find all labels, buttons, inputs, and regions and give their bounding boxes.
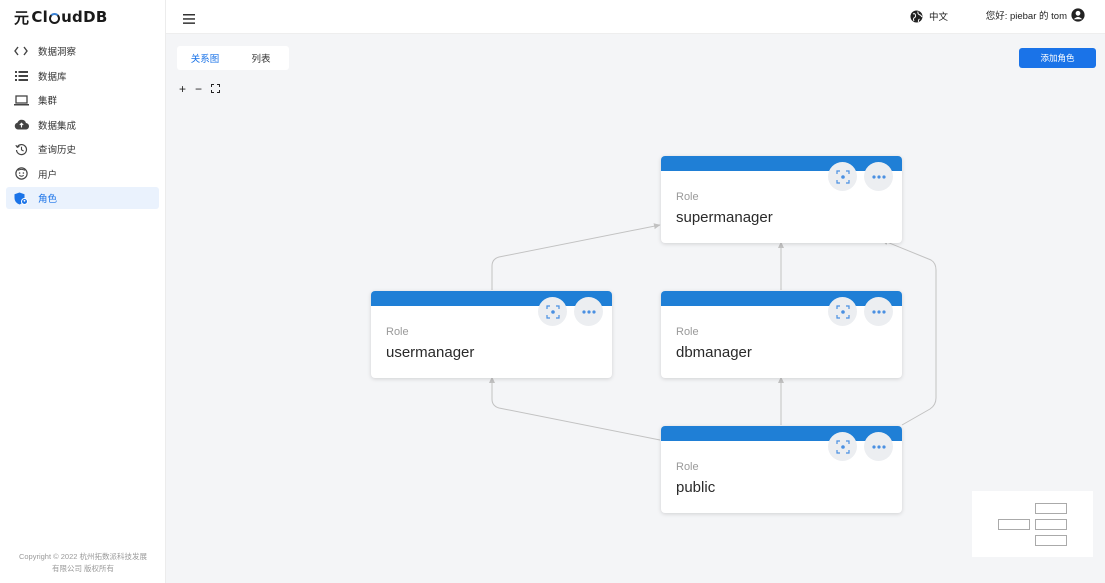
- language-switcher[interactable]: 中文: [910, 9, 948, 23]
- focus-node-button[interactable]: [828, 297, 857, 326]
- sidebar-item-cluster[interactable]: 集群: [6, 89, 159, 111]
- node-type-label: Role: [676, 326, 699, 338]
- history-icon: [12, 143, 30, 156]
- focus-icon: [835, 304, 850, 319]
- role-node-supermanager[interactable]: Role supermanager: [661, 156, 902, 243]
- role-icon: [12, 192, 30, 205]
- node-type-label: Role: [676, 461, 699, 473]
- sidebar-item-database[interactable]: 数据库: [6, 65, 159, 87]
- top-header: 中文 您好: piebar 的 tom: [166, 0, 1105, 34]
- sidebar-item-label: 用户: [38, 169, 58, 181]
- node-type-label: Role: [676, 191, 699, 203]
- focus-node-button[interactable]: [828, 162, 857, 191]
- role-node-dbmanager[interactable]: Role dbmanager: [661, 291, 902, 378]
- sidebar-item-data-insight[interactable]: 数据洞察: [6, 40, 159, 62]
- copyright-text: Copyright © 2022 杭州拓数派科技发展 有限公司 版权所有: [0, 551, 166, 575]
- user-greeting: 您好: piebar 的 tom: [985, 11, 1067, 22]
- menu-toggle-icon[interactable]: [183, 11, 195, 29]
- more-options-button[interactable]: [864, 297, 893, 326]
- role-node-public[interactable]: Role public: [661, 426, 902, 513]
- sidebar-item-label: 数据集成: [38, 120, 77, 132]
- cloud-upload-icon: [12, 119, 30, 130]
- more-options-button[interactable]: [864, 432, 893, 461]
- sidebar: 元 Cl udDB 数据洞察 数据库 集群 数据集成 查询历史 用户 角色 Co…: [0, 0, 166, 583]
- sidebar-item-label: 查询历史: [38, 145, 77, 156]
- node-role-name: supermanager: [676, 209, 773, 226]
- node-role-name: public: [676, 479, 716, 496]
- role-node-usermanager[interactable]: Role usermanager: [371, 291, 612, 378]
- copyright-line-1: Copyright © 2022 杭州拓数派科技发展: [18, 552, 148, 561]
- edge-public-usermanager: [489, 376, 661, 441]
- focus-icon: [835, 439, 850, 454]
- sidebar-item-users[interactable]: 用户: [6, 163, 159, 185]
- graph-edges: [489, 223, 937, 441]
- more-options-button[interactable]: [864, 162, 893, 191]
- focus-icon: [835, 169, 850, 184]
- user-avatar-icon: [1071, 8, 1085, 22]
- focus-icon: [545, 304, 560, 319]
- language-label: 中文: [928, 12, 948, 23]
- sidebar-item-label: 角色: [38, 194, 58, 205]
- focus-node-button[interactable]: [538, 297, 567, 326]
- sidebar-item-roles[interactable]: 角色: [6, 187, 159, 209]
- sidebar-item-query-history[interactable]: 查询历史: [6, 138, 159, 160]
- logo-cloud-o: [49, 12, 61, 24]
- minimap-node: [1035, 503, 1067, 514]
- globe-icon: [910, 10, 923, 22]
- main-content: 关系图 列表 + − 添加角色 Role supermanager Role u…: [166, 34, 1105, 583]
- sidebar-item-label: 集群: [38, 96, 58, 107]
- list-icon: [12, 70, 30, 81]
- node-type-label: Role: [386, 326, 409, 338]
- more-icon: [871, 174, 886, 179]
- code-icon: [12, 46, 30, 56]
- minimap-node: [998, 519, 1030, 530]
- focus-node-button[interactable]: [828, 432, 857, 461]
- sidebar-nav: 数据洞察 数据库 集群 数据集成 查询历史 用户 角色: [0, 40, 165, 209]
- logo-text-a: Cl: [31, 8, 49, 26]
- copyright-line-2: 有限公司 版权所有: [51, 564, 115, 573]
- minimap-node: [1035, 519, 1067, 530]
- user-menu[interactable]: 您好: piebar 的 tom: [986, 8, 1085, 22]
- laptop-icon: [12, 94, 30, 106]
- smile-icon: [12, 167, 30, 180]
- logo-glyph: 元: [14, 8, 30, 27]
- more-icon: [871, 309, 886, 314]
- graph-minimap[interactable]: [972, 491, 1093, 557]
- sidebar-item-label: 数据洞察: [38, 47, 77, 58]
- more-options-button[interactable]: [574, 297, 603, 326]
- sidebar-item-data-integration[interactable]: 数据集成: [6, 114, 159, 136]
- node-role-name: usermanager: [386, 344, 475, 361]
- minimap-node: [1035, 535, 1067, 546]
- sidebar-item-label: 数据库: [38, 71, 67, 83]
- app-logo[interactable]: 元 Cl udDB: [0, 0, 165, 34]
- logo-text-b: udDB: [61, 8, 108, 26]
- edge-usermanager-supermanager: [491, 223, 661, 290]
- node-role-name: dbmanager: [676, 344, 752, 361]
- more-icon: [581, 309, 596, 314]
- more-icon: [871, 444, 886, 449]
